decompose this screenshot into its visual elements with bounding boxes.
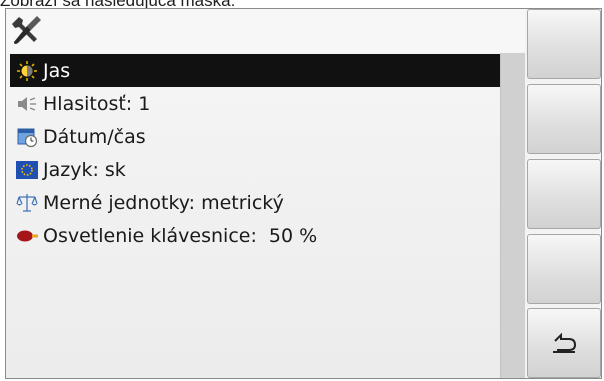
menu-item-keyboard-light[interactable]: Osvetlenie klávesnice: 50 %	[10, 219, 500, 252]
menu-item-label: Jas	[43, 59, 71, 82]
menu-item-volume[interactable]: Hlasitosť: 1	[10, 87, 500, 120]
keyboard-light-icon	[14, 225, 40, 247]
menu-item-value: sk	[104, 158, 126, 181]
menu-item-value: 50 %	[262, 224, 318, 247]
softkey-2[interactable]	[527, 84, 601, 154]
menu-item-units[interactable]: Merné jednotky: metrický	[10, 186, 500, 219]
softkey-3[interactable]	[527, 159, 601, 229]
menu-item-value: 1	[138, 92, 151, 115]
back-arrow-icon	[553, 332, 577, 353]
scale-icon	[14, 192, 40, 214]
settings-list: Jas Hlasitosť: 1 Dátum/čas Jazyk: sk Mer…	[10, 54, 500, 252]
scrollbar[interactable]	[500, 53, 525, 378]
menu-item-value: metrický	[201, 191, 284, 214]
settings-panel: Jas Hlasitosť: 1 Dátum/čas Jazyk: sk Mer…	[6, 9, 525, 378]
menu-item-label: Jazyk:	[43, 158, 99, 181]
softkey-4[interactable]	[527, 234, 601, 304]
calendar-clock-icon	[14, 126, 40, 148]
back-button[interactable]	[527, 308, 601, 378]
brightness-icon	[14, 60, 40, 82]
softkey-column	[527, 9, 602, 378]
tools-icon	[12, 16, 41, 44]
menu-item-datetime[interactable]: Dátum/čas	[10, 120, 500, 153]
menu-item-language[interactable]: Jazyk: sk	[10, 153, 500, 186]
device-screen: Jas Hlasitosť: 1 Dátum/čas Jazyk: sk Mer…	[5, 8, 602, 379]
speaker-icon	[14, 93, 40, 115]
softkey-1[interactable]	[527, 9, 601, 79]
menu-item-label: Hlasitosť:	[43, 92, 133, 115]
menu-item-label: Dátum/čas	[43, 125, 146, 148]
header-bar	[6, 9, 525, 51]
menu-item-label: Osvetlenie klávesnice:	[43, 224, 257, 247]
menu-item-label: Merné jednotky:	[43, 191, 196, 214]
eu-flag-icon	[14, 159, 40, 181]
menu-item-brightness[interactable]: Jas	[10, 54, 500, 87]
